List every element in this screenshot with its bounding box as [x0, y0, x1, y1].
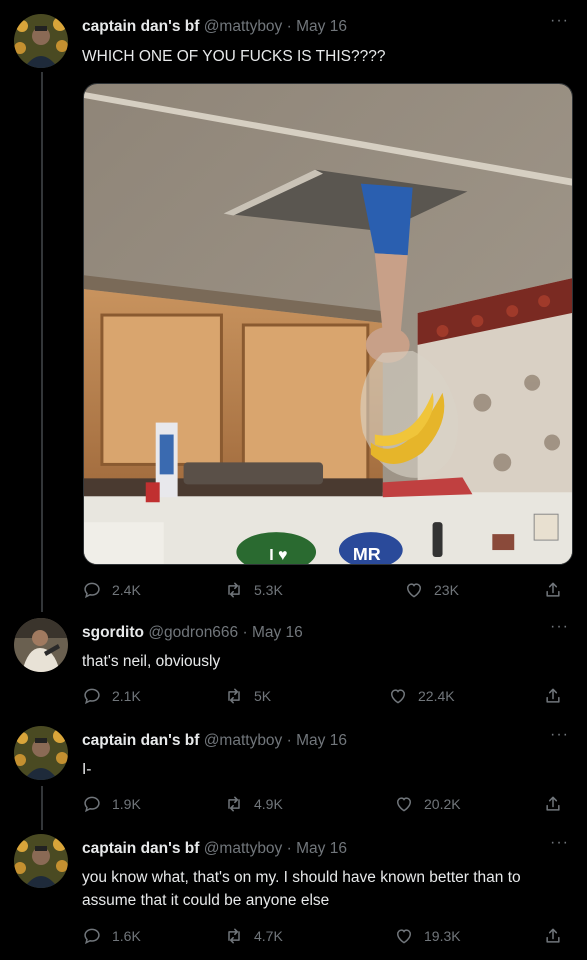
separator: · — [286, 840, 292, 857]
reply-count: 1.9K — [112, 796, 141, 812]
like-count: 19.3K — [424, 928, 461, 944]
avatar[interactable] — [14, 834, 68, 888]
tweet[interactable]: captain dan's bf @mattyboy · May 16 ··· … — [0, 722, 587, 832]
avatar[interactable] — [14, 726, 68, 780]
share-button[interactable] — [543, 580, 563, 605]
reply-icon — [84, 796, 100, 813]
tweet-header: captain dan's bf @mattyboy · May 16 — [82, 840, 547, 858]
retweet-count: 4.7K — [254, 928, 283, 944]
user-handle[interactable]: @godron666 — [148, 624, 238, 641]
tweet-date[interactable]: May 16 — [252, 624, 303, 641]
reply-button[interactable]: 2.4K — [82, 580, 141, 600]
retweet-count: 5.3K — [254, 582, 283, 598]
tweet-date[interactable]: May 16 — [296, 18, 347, 35]
user-handle[interactable]: @mattyboy — [204, 732, 283, 749]
reply-icon — [84, 928, 100, 945]
retweet-button[interactable]: 4.7K — [224, 926, 283, 946]
tweet-actions: 1.9K 4.9K 20.2K — [82, 794, 560, 818]
share-icon — [546, 928, 560, 943]
retweet-icon — [228, 796, 240, 812]
separator: · — [286, 18, 292, 35]
reply-icon — [84, 688, 100, 705]
like-button[interactable]: 19.3K — [394, 926, 461, 946]
sticker-text: I ♥ — [269, 547, 287, 564]
like-count: 23K — [434, 582, 459, 598]
share-button[interactable] — [543, 926, 563, 951]
tweet-text: you know what, that's on my. I should ha… — [82, 869, 521, 909]
avatar-image — [14, 834, 68, 888]
share-button[interactable] — [543, 686, 563, 711]
retweet-count: 4.9K — [254, 796, 283, 812]
retweet-icon — [228, 582, 240, 598]
retweet-count: 5K — [254, 688, 272, 704]
heart-icon — [406, 583, 422, 598]
tweet[interactable]: captain dan's bf @mattyboy · May 16 ··· … — [0, 832, 587, 960]
more-options-icon[interactable]: ··· — [550, 834, 569, 852]
tweet-date[interactable]: May 16 — [296, 732, 347, 749]
more-options-icon[interactable]: ··· — [550, 618, 569, 636]
retweet-button[interactable]: 4.9K — [224, 794, 283, 814]
reply-button[interactable]: 1.9K — [82, 794, 141, 814]
user-handle[interactable]: @mattyboy — [204, 840, 283, 857]
separator: · — [242, 624, 248, 641]
retweet-icon — [228, 688, 240, 704]
avatar[interactable] — [14, 618, 68, 672]
tweet-header: captain dan's bf @mattyboy · May 16 — [82, 732, 547, 750]
tweet-text: that's neil, obviously — [82, 653, 221, 670]
tweet-text: I- — [82, 761, 92, 778]
avatar-image — [14, 726, 68, 780]
separator: · — [286, 732, 292, 749]
like-button[interactable]: 22.4K — [388, 686, 455, 706]
share-icon — [546, 582, 560, 597]
share-icon — [546, 796, 560, 811]
display-name[interactable]: captain dan's bf — [82, 840, 199, 857]
sticker-text: MR — [353, 544, 381, 564]
reply-count: 2.4K — [112, 582, 141, 598]
like-button[interactable]: 20.2K — [394, 794, 461, 814]
display-name[interactable]: sgordito — [82, 624, 144, 641]
tweet-date[interactable]: May 16 — [296, 840, 347, 857]
tweet-actions: 2.4K 5.3K 23K — [82, 580, 560, 604]
like-button[interactable]: 23K — [404, 580, 459, 600]
tweet-text: WHICH ONE OF YOU FUCKS IS THIS???? — [82, 48, 386, 65]
more-options-icon[interactable]: ··· — [550, 12, 569, 30]
reply-button[interactable]: 1.6K — [82, 926, 141, 946]
heart-icon — [396, 797, 412, 812]
heart-icon — [390, 689, 406, 704]
tweet-media[interactable]: I ♥ MR — [83, 83, 573, 565]
share-button[interactable] — [543, 794, 563, 819]
tweet[interactable]: captain dan's bf @mattyboy · May 16 ··· … — [0, 0, 587, 612]
like-count: 20.2K — [424, 796, 461, 812]
reply-button[interactable]: 2.1K — [82, 686, 141, 706]
tweet-actions: 2.1K 5K 22.4K — [82, 686, 560, 710]
reply-count: 2.1K — [112, 688, 141, 704]
tweet-actions: 1.6K 4.7K 19.3K — [82, 926, 560, 950]
tweet-header: sgordito @godron666 · May 16 — [82, 624, 547, 642]
display-name[interactable]: captain dan's bf — [82, 732, 199, 749]
reply-icon — [84, 582, 100, 599]
tweet[interactable]: sgordito @godron666 · May 16 ··· that's … — [0, 612, 587, 722]
photo-hand-with-bananas: I ♥ MR — [84, 84, 572, 564]
more-options-icon[interactable]: ··· — [550, 726, 569, 744]
avatar-image — [14, 14, 68, 68]
like-count: 22.4K — [418, 688, 455, 704]
retweet-button[interactable]: 5.3K — [224, 580, 283, 600]
user-handle[interactable]: @mattyboy — [204, 18, 283, 35]
retweet-button[interactable]: 5K — [224, 686, 271, 706]
display-name[interactable]: captain dan's bf — [82, 18, 199, 35]
avatar-image — [14, 618, 68, 672]
share-icon — [546, 688, 560, 703]
tweet-header: captain dan's bf @mattyboy · May 16 — [82, 18, 547, 36]
retweet-icon — [228, 928, 240, 944]
avatar[interactable] — [14, 14, 68, 68]
reply-count: 1.6K — [112, 928, 141, 944]
heart-icon — [396, 929, 412, 944]
